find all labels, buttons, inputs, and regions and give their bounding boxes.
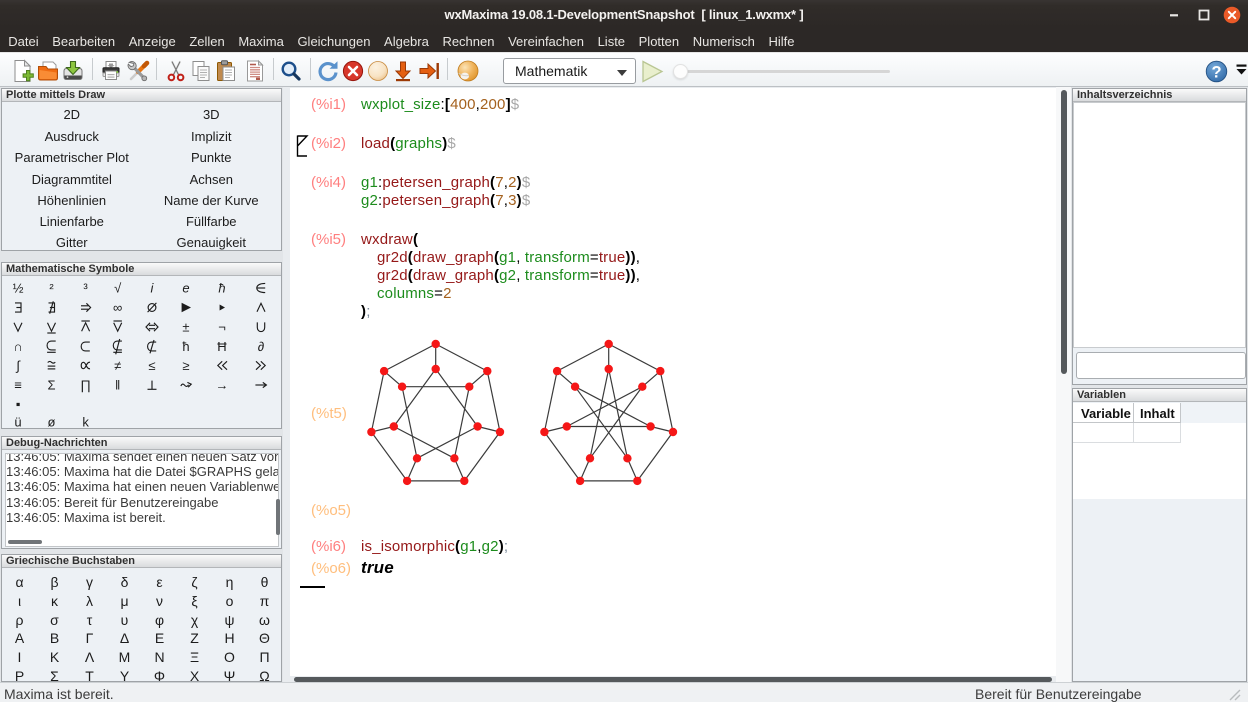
svg-text:ħ: ħ bbox=[182, 339, 189, 354]
svg-text:∏: ∏ bbox=[80, 378, 91, 393]
svg-text:k: k bbox=[82, 415, 89, 430]
svg-text:²: ² bbox=[49, 281, 54, 296]
svg-text:→: → bbox=[216, 378, 229, 393]
svg-text:?: ? bbox=[1211, 63, 1221, 81]
svg-text:∞: ∞ bbox=[113, 300, 122, 315]
svg-text:Σ: Σ bbox=[47, 378, 55, 393]
svg-text:ħ: ħ bbox=[218, 281, 225, 296]
svg-text:Ħ: Ħ bbox=[217, 339, 227, 354]
svg-text:ø: ø bbox=[48, 415, 56, 430]
svg-text:±: ± bbox=[182, 320, 189, 335]
svg-text:≤: ≤ bbox=[148, 358, 155, 373]
svg-text:∫: ∫ bbox=[15, 358, 21, 373]
svg-text:‖: ‖ bbox=[115, 378, 120, 393]
svg-text:e: e bbox=[182, 281, 189, 296]
svg-text:∩: ∩ bbox=[13, 339, 22, 354]
svg-text:³: ³ bbox=[83, 281, 88, 296]
svg-text:i: i bbox=[151, 281, 155, 296]
svg-text:∂: ∂ bbox=[258, 339, 264, 354]
svg-text:▪: ▪ bbox=[16, 397, 21, 412]
svg-text:≡: ≡ bbox=[14, 378, 22, 393]
svg-text:√: √ bbox=[114, 281, 122, 296]
svg-text:≠: ≠ bbox=[114, 358, 121, 373]
svg-text:¬: ¬ bbox=[218, 320, 226, 335]
svg-text:½: ½ bbox=[13, 281, 24, 296]
svg-text:ü: ü bbox=[14, 415, 21, 430]
svg-text:≥: ≥ bbox=[182, 358, 189, 373]
